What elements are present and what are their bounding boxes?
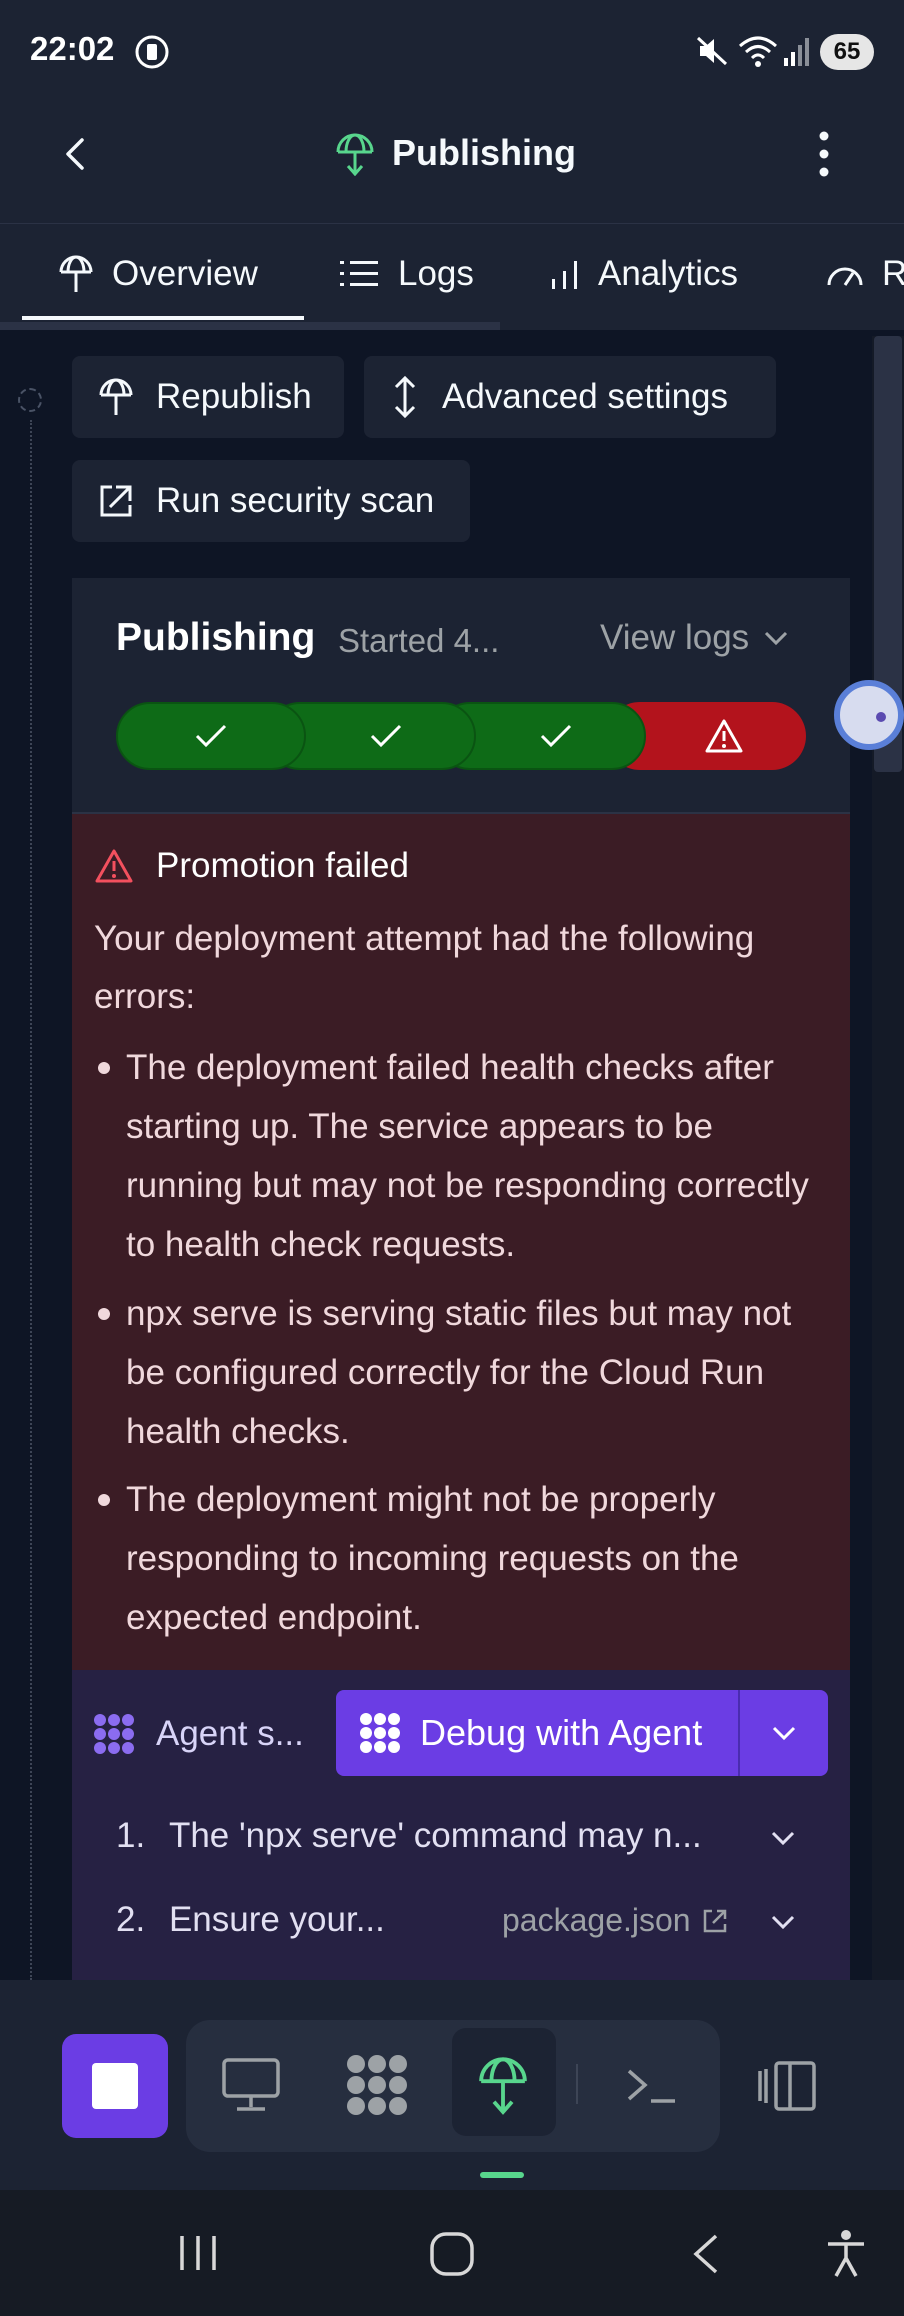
- security-scan-button[interactable]: Run security scan: [72, 460, 470, 542]
- active-tool-indicator: [480, 2172, 524, 2178]
- agent-icon: [94, 1714, 134, 1754]
- status-bar: 22:02 65: [0, 0, 904, 104]
- suggestion-number: 1.: [116, 1816, 146, 1855]
- agent-icon: [347, 2055, 407, 2115]
- timeline-line: [30, 420, 32, 1980]
- agent-suggestions-label: Agent s...: [156, 1714, 304, 1753]
- chevron-down-icon[interactable]: [770, 1914, 796, 1930]
- floating-assistant-bubble[interactable]: [834, 680, 904, 750]
- button-label: Republish: [156, 377, 312, 416]
- view-logs-toggle[interactable]: View logs: [600, 618, 789, 658]
- suggestion-number: 2.: [116, 1900, 146, 1939]
- gauge-icon: [827, 267, 863, 286]
- layout-icon: [758, 2061, 816, 2111]
- tab-bar: Overview Logs Analytics R: [0, 224, 904, 330]
- signal-icon: [784, 38, 809, 66]
- bubble-dot: [876, 712, 886, 722]
- nav-back-icon[interactable]: [688, 2232, 724, 2276]
- external-link-icon: [703, 1909, 726, 1932]
- package-json-link[interactable]: package.json: [502, 1902, 729, 1939]
- deploy-icon: [336, 133, 374, 176]
- expand-vertical-icon: [394, 375, 416, 419]
- error-item-text: npx serve is serving static files but ma…: [126, 1294, 792, 1451]
- tab-logs[interactable]: Logs: [340, 224, 474, 324]
- timeline-dot: [18, 388, 42, 412]
- check-icon: [195, 724, 227, 748]
- card-started-time: Started 4...: [338, 622, 500, 659]
- stop-icon: [92, 2063, 138, 2109]
- wifi-icon: [739, 36, 777, 67]
- external-scan-icon: [100, 485, 132, 517]
- error-item-text: The deployment failed health checks afte…: [126, 1048, 809, 1264]
- tab-scroll-track: [0, 322, 500, 330]
- error-title: Promotion failed: [156, 846, 409, 885]
- page-title: Publishing: [392, 132, 576, 173]
- publish-progress-steps: [116, 702, 806, 770]
- status-time: 22:02: [30, 30, 115, 67]
- chevron-down-icon: [765, 631, 788, 646]
- step-build: [116, 702, 306, 770]
- card-title: Publishing: [116, 616, 316, 659]
- desktop-icon: [222, 2058, 280, 2111]
- button-label: Debug with Agent: [420, 1712, 703, 1753]
- deploy-icon: [479, 2057, 527, 2115]
- button-label: Run security scan: [156, 481, 435, 520]
- error-item-text: The deployment might not be properly res…: [126, 1480, 739, 1637]
- battery-indicator: 65: [820, 34, 874, 70]
- active-tab-indicator: [22, 316, 304, 320]
- error-item: The deployment might not be properly res…: [98, 1470, 836, 1647]
- agent-tool[interactable]: [342, 2050, 412, 2120]
- warning-icon: [705, 719, 743, 753]
- publishing-card-header: [72, 578, 850, 814]
- tab-resources[interactable]: R: [826, 224, 904, 324]
- chevron-down-icon[interactable]: [770, 1830, 796, 1846]
- deploy-icon: [99, 378, 133, 415]
- advanced-settings-button[interactable]: Advanced settings: [364, 356, 776, 438]
- bullet: [98, 1308, 110, 1320]
- bar-chart-icon: [552, 261, 577, 289]
- agent-icon: [360, 1713, 400, 1753]
- accessibility-icon[interactable]: [824, 2228, 868, 2280]
- tab-label: Analytics: [598, 254, 739, 293]
- back-icon[interactable]: [56, 134, 96, 174]
- error-intro: Your deployment attempt had the followin…: [94, 919, 755, 1016]
- mute-icon: [696, 36, 728, 66]
- check-icon: [370, 724, 402, 748]
- tab-label: R: [882, 254, 904, 293]
- suggestion-item-1[interactable]: 1. The 'npx serve' command may n...: [116, 1816, 702, 1856]
- tab-label: Overview: [112, 254, 258, 293]
- link-label: package.json: [502, 1902, 691, 1938]
- webview-tool[interactable]: [216, 2052, 286, 2118]
- suggestion-text: Ensure your...: [168, 1900, 385, 1939]
- screen-record-icon: [135, 35, 169, 69]
- suggestion-item-2[interactable]: 2. Ensure your...: [116, 1900, 385, 1940]
- warning-icon: [95, 849, 133, 883]
- layout-tool[interactable]: [754, 2056, 820, 2116]
- tool-divider: [576, 2064, 578, 2104]
- tab-overview[interactable]: Overview: [58, 224, 258, 324]
- recent-apps-icon[interactable]: [176, 2232, 220, 2274]
- check-icon: [540, 724, 572, 748]
- error-item: The deployment failed health checks afte…: [98, 1038, 836, 1274]
- suggestion-text: The 'npx serve' command may n...: [168, 1816, 702, 1855]
- chevron-down-icon: [772, 1726, 796, 1741]
- debug-with-agent-button[interactable]: Debug with Agent: [336, 1690, 738, 1776]
- deployments-tool[interactable]: [470, 2046, 536, 2124]
- tab-label: Logs: [398, 254, 474, 293]
- republish-button[interactable]: Republish: [72, 356, 344, 438]
- more-options-icon[interactable]: [806, 128, 842, 180]
- shell-tool[interactable]: [620, 2060, 682, 2110]
- list-icon: [340, 261, 378, 286]
- bullet: [98, 1494, 110, 1506]
- bullet: [98, 1062, 110, 1074]
- deploy-icon: [59, 255, 93, 292]
- button-label: Advanced settings: [442, 377, 729, 416]
- tab-analytics[interactable]: Analytics: [550, 224, 738, 324]
- error-item: npx serve is serving static files but ma…: [98, 1284, 836, 1461]
- terminal-icon: [627, 2069, 675, 2103]
- view-logs-label: View logs: [600, 618, 750, 657]
- stop-button[interactable]: [62, 2034, 168, 2138]
- home-icon[interactable]: [428, 2230, 476, 2278]
- debug-options-dropdown[interactable]: [740, 1690, 828, 1776]
